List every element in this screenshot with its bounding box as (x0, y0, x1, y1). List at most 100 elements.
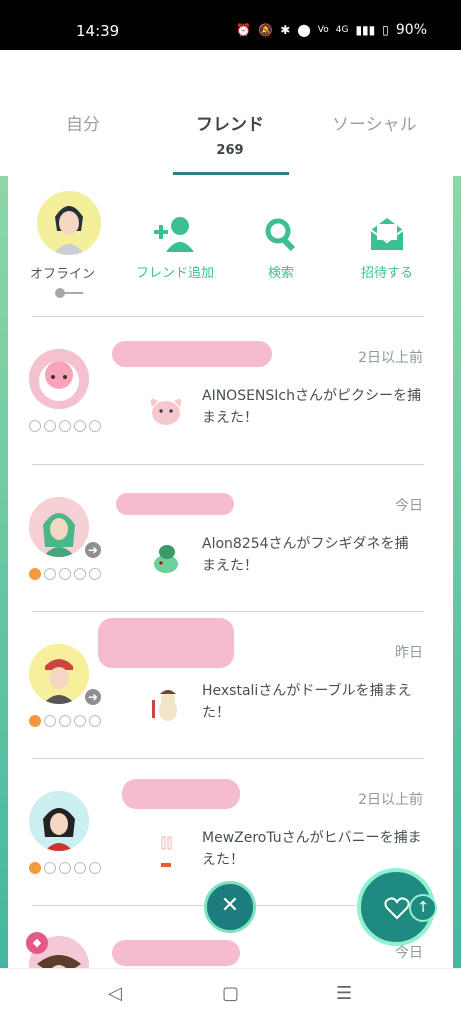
heart-outline-icon (384, 897, 410, 920)
heart-icon (29, 862, 41, 874)
friends-list-container[interactable]: オフライン フレンド追加 検索 招待する 2日以上前 AINOSENSIchさん… (8, 176, 453, 968)
heart-icon (89, 568, 101, 580)
redacted-name (98, 618, 234, 668)
heart-icon (29, 568, 41, 580)
trainer-avatar-icon (37, 191, 101, 255)
heart-icon (59, 568, 71, 580)
trainer-avatar-icon (29, 791, 89, 851)
buddy-pokemon-icon (29, 349, 89, 409)
heart-icon (59, 862, 71, 874)
heart-icon (74, 568, 86, 580)
friend-avatar (29, 791, 89, 851)
recents-icon[interactable]: ☰ (336, 983, 352, 1004)
friendship-level (29, 568, 101, 580)
friend-row[interactable]: 2日以上前 AINOSENSIchさんがピクシーを捕まえた！ (8, 317, 453, 464)
add-friend-button[interactable]: フレンド追加 (130, 214, 220, 281)
heart-icon (59, 420, 71, 432)
smeargle-icon (146, 684, 186, 724)
redacted-name (112, 341, 272, 367)
search-button[interactable]: 検索 (256, 214, 306, 281)
friend-avatar (29, 644, 89, 704)
friend-message: AINOSENSIchさんがピクシーを捕まえた！ (202, 388, 421, 426)
heart-icon (29, 420, 41, 432)
redacted-name (122, 779, 240, 809)
heart-icon (59, 715, 71, 727)
remote-arrow-icon: ➜ (83, 540, 103, 560)
back-icon[interactable]: ◁ (108, 983, 122, 1004)
heart-icon (89, 420, 101, 432)
friend-message: Alon8254さんがフシギダネを捕まえた！ (202, 536, 409, 574)
my-avatar[interactable] (37, 191, 101, 255)
tab-friends[interactable]: フレンド 269 (196, 110, 264, 158)
last-interaction-time: 2日以上前 (358, 350, 423, 366)
heart-icon (29, 715, 41, 727)
alarm-icon: ⏰ (236, 23, 252, 37)
status-time: 14:39 (76, 22, 120, 40)
home-icon[interactable]: ▢ (222, 983, 239, 1004)
sort-up-icon[interactable]: ↑ (409, 894, 437, 922)
toggle-track (63, 292, 83, 294)
status-bar: 14:39 ⏰ 🔕 ✱ ⬤ Vo 4G ▮▮▮ ▯ 90% (0, 0, 461, 50)
friends-panel: オフライン フレンド追加 検索 招待する 2日以上前 AINOSENSIchさん… (0, 176, 461, 968)
friendship-level (29, 420, 101, 432)
system-nav-bar: ◁ ▢ ☰ (0, 968, 461, 1024)
trainer-avatar-icon (29, 497, 89, 557)
scorbunny-icon (146, 831, 186, 871)
bulbasaur-icon (146, 537, 186, 577)
tab-bar: 自分 フレンド 269 ソーシャル (0, 50, 461, 176)
friend-avatar (29, 349, 89, 409)
friend-message: Hexstaliさんがドーブルを捕まえた！ (202, 683, 412, 721)
clefairy-icon (146, 389, 186, 429)
friend-avatar (29, 497, 89, 557)
close-icon: ✕ (220, 893, 240, 918)
bluetooth-icon: ✱ (280, 23, 291, 37)
remote-arrow-icon: ➜ (83, 687, 103, 707)
tab-friends-label: フレンド (196, 115, 264, 135)
heart-icon (44, 715, 56, 727)
tab-social-label: ソーシャル (332, 115, 417, 135)
heart-icon (44, 862, 56, 874)
add-friend-label: フレンド追加 (135, 266, 214, 281)
friends-header: オフライン フレンド追加 検索 招待する (8, 176, 453, 316)
close-button[interactable]: ✕ (204, 881, 256, 933)
redacted-name (112, 940, 240, 966)
search-icon (256, 214, 306, 254)
heart-icon (74, 715, 86, 727)
tab-self[interactable]: 自分 (66, 110, 100, 135)
invite-envelope-icon (356, 214, 418, 254)
heart-icon (89, 862, 101, 874)
signal-icon: ▮▮▮ (355, 23, 376, 37)
last-interaction-time: 今日 (395, 498, 423, 514)
status-icons: ⏰ 🔕 ✱ ⬤ Vo 4G ▮▮▮ ▯ 90% (236, 22, 427, 38)
battery-icon: ▯ (382, 23, 389, 37)
friend-row[interactable]: ➜ 昨日 Hexstaliさんがドーブルを捕まえた！ (8, 612, 453, 759)
invite-label: 招待する (360, 266, 413, 281)
volte-icon: Vo (317, 25, 329, 35)
search-label: 検索 (267, 266, 294, 281)
lucky-friend-icon: ◆ (26, 932, 48, 954)
battery-level: 90% (395, 22, 427, 38)
last-interaction-time: 2日以上前 (358, 792, 423, 808)
invite-button[interactable]: 招待する (356, 214, 418, 281)
friend-message: MewZeroTuさんがヒバニーを捕まえた！ (202, 830, 422, 868)
heart-icon (74, 420, 86, 432)
tab-self-label: 自分 (66, 115, 100, 135)
heart-icon (44, 420, 56, 432)
network-label: 4G (335, 25, 349, 35)
add-friend-icon (130, 214, 220, 254)
location-icon: ⬤ (297, 23, 311, 37)
redacted-name (116, 493, 234, 515)
gift-interaction-button[interactable]: ↑ (357, 868, 437, 946)
last-interaction-time: 昨日 (395, 645, 423, 661)
heart-icon (89, 715, 101, 727)
online-toggle[interactable] (55, 288, 83, 298)
heart-icon (74, 862, 86, 874)
tab-social[interactable]: ソーシャル (332, 110, 417, 135)
friend-row[interactable]: ➜ 今日 Alon8254さんがフシギダネを捕まえた！ (8, 465, 453, 612)
active-tab-indicator (173, 172, 289, 175)
friend-count: 269 (216, 143, 244, 158)
friendship-level (29, 862, 101, 874)
friendship-level (29, 715, 101, 727)
trainer-avatar-icon (29, 644, 89, 704)
mute-icon: 🔕 (258, 23, 274, 37)
